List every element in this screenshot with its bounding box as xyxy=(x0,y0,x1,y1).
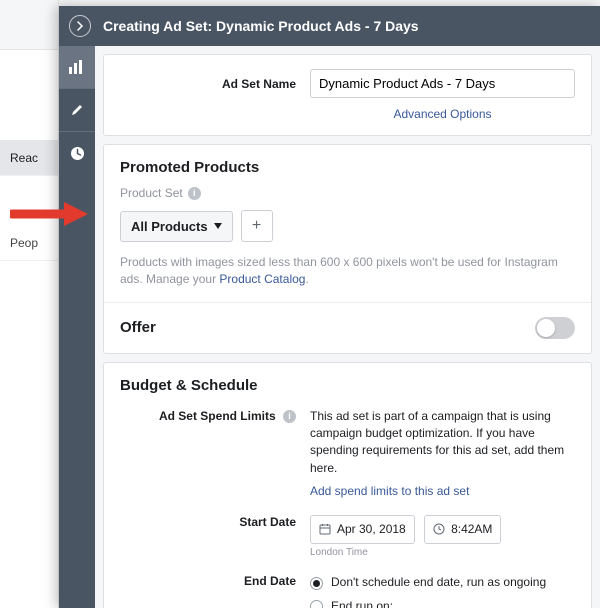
ad-set-name-input[interactable] xyxy=(310,69,575,98)
clock-icon xyxy=(433,523,445,535)
panel-content: Ad Set Name Advanced Options Promoted Pr… xyxy=(95,6,600,608)
end-date-ongoing-radio[interactable]: Don't schedule end date, run as ongoing xyxy=(310,574,575,591)
panel-title: Creating Ad Set: Dynamic Product Ads - 7… xyxy=(103,18,419,34)
start-date-label: Start Date xyxy=(239,515,296,529)
advanced-options-link[interactable]: Advanced Options xyxy=(393,107,491,121)
left-tab-reach[interactable]: Reac xyxy=(0,140,58,176)
budget-schedule-title: Budget & Schedule xyxy=(120,377,575,394)
budget-schedule-card: Budget & Schedule Ad Set Spend Limits i … xyxy=(103,362,592,608)
rail-edit-icon[interactable] xyxy=(59,89,95,131)
panel-header: Creating Ad Set: Dynamic Product Ads - 7… xyxy=(59,6,600,46)
calendar-icon xyxy=(319,523,331,535)
info-icon[interactable]: i xyxy=(283,410,296,423)
annotation-arrow-icon xyxy=(10,200,88,228)
ad-set-panel: Ad Set Name Advanced Options Promoted Pr… xyxy=(59,6,600,608)
background-left-column: Reac Peop xyxy=(0,0,59,608)
product-set-value: All Products xyxy=(131,219,208,234)
promoted-products-title: Promoted Products xyxy=(120,159,575,176)
product-set-label: Product Set xyxy=(120,186,183,200)
radio-dot-icon xyxy=(310,577,323,590)
add-spend-limits-link[interactable]: Add spend limits to this ad set xyxy=(310,484,469,498)
end-date-ongoing-label: Don't schedule end date, run as ongoing xyxy=(331,574,546,591)
offer-toggle[interactable] xyxy=(535,317,575,339)
end-date-label: End Date xyxy=(244,574,296,588)
end-date-runon-label: End run on: xyxy=(331,598,393,608)
spend-limits-label: Ad Set Spend Limits xyxy=(159,409,276,423)
product-set-help-text: Products with images sized less than 600… xyxy=(120,254,575,288)
promoted-products-card: Promoted Products Product Set i All Prod… xyxy=(103,144,592,354)
start-time-picker[interactable]: 8:42AM xyxy=(424,515,501,544)
end-date-runon-radio[interactable]: End run on: xyxy=(310,598,575,608)
spend-limits-text: This ad set is part of a campaign that i… xyxy=(310,408,575,478)
product-set-dropdown[interactable]: All Products xyxy=(120,211,233,242)
start-date-value: Apr 30, 2018 xyxy=(337,521,406,538)
start-timezone: London Time xyxy=(310,546,575,561)
product-catalog-link[interactable]: Product Catalog xyxy=(219,272,305,286)
start-time-value: 8:42AM xyxy=(451,521,492,538)
ad-set-name-label: Ad Set Name xyxy=(222,77,296,91)
start-date-picker[interactable]: Apr 30, 2018 xyxy=(310,515,415,544)
offer-title: Offer xyxy=(120,319,156,336)
collapse-chevron-icon[interactable] xyxy=(69,15,91,37)
rail-history-icon[interactable] xyxy=(59,132,95,174)
side-rail xyxy=(59,6,95,608)
ad-set-name-card: Ad Set Name Advanced Options xyxy=(103,54,592,136)
caret-down-icon xyxy=(214,223,222,229)
rail-overview-icon[interactable] xyxy=(59,46,95,88)
left-tab-people[interactable]: Peop xyxy=(0,225,58,261)
add-product-set-button[interactable]: + xyxy=(241,210,273,242)
radio-dot-icon xyxy=(310,600,323,608)
info-icon[interactable]: i xyxy=(188,187,201,200)
